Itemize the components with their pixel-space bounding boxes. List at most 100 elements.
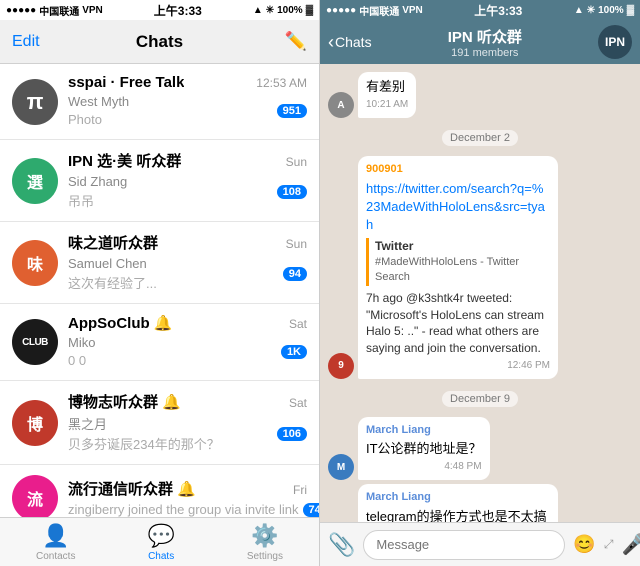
chat-preview-1: Photo — [68, 112, 102, 127]
left-panel: ●●●●● 中国联通 VPN 上午3:33 ▲ ✳ 100% ▓ Edit Ch… — [0, 0, 320, 566]
sender-name-5: March Liang — [366, 423, 482, 438]
msg-link-3[interactable]: https://twitter.com/search?q=%23MadeWith… — [366, 181, 545, 232]
right-carrier-name: 中国联通 — [359, 3, 399, 18]
chat-preview-6: zingiberry joined the group via invite l… — [68, 502, 299, 517]
badge-3: 94 — [283, 267, 307, 281]
tab-bar: 👤 Contacts 💬 Chats ⚙️ Settings — [0, 517, 319, 566]
msg-row-1: A 有差别 10:21 AM — [328, 72, 632, 118]
tab-chats[interactable]: 💬 Chats — [147, 523, 174, 562]
msg-avatar-1: A — [328, 92, 354, 118]
right-nav-info[interactable]: IPN 听众群 191 members — [376, 26, 594, 59]
msg-text-3: 7h ago @k3shtk4r tweeted: "Microsoft's H… — [366, 290, 550, 357]
chat-list: π sspai · Free Talk 12:53 AM West Myth P… — [0, 64, 319, 517]
badge-5: 106 — [277, 427, 307, 441]
chat-info-2: IPN 选·美 听众群 Sun Sid Zhang 吊吊 108 — [68, 150, 307, 211]
chat-info-5: 博物志听众群 🔔 Sat 黑之月 贝多芬诞辰234年的那个？ 106 — [68, 391, 307, 454]
chats-icon: 💬 — [147, 523, 174, 549]
chat-info-1: sspai · Free Talk 12:53 AM West Myth Pho… — [68, 74, 307, 129]
chat-info-4: AppSoClub 🔔 Sat Miko 0 0 1K — [68, 314, 307, 370]
msg-text-5: IT公论群的地址是？ — [366, 441, 482, 456]
bubble-3: 900901 https://twitter.com/search?q=%23M… — [358, 156, 558, 379]
chat-item-4[interactable]: CLUB AppSoClub 🔔 Sat Miko 0 0 1K — [0, 304, 319, 381]
right-status-icons: ▲ ✳ 100% ▓ — [253, 5, 313, 16]
edit-button[interactable]: Edit — [12, 33, 40, 51]
badge-2: 108 — [277, 185, 307, 199]
chat-item-3[interactable]: 味 味之道听众群 Sun Samuel Chen 这次有经验了... 94 — [0, 222, 319, 304]
msg-time-3: 12:46 PM — [366, 359, 550, 373]
tab-settings[interactable]: ⚙️ Settings — [247, 523, 283, 562]
carrier-name: 中国联通 — [39, 3, 79, 18]
tab-settings-label: Settings — [247, 551, 283, 562]
msg-text-6: telegram的操作方式也是不太搞得懂，在聊天列表中删掉了，就等于从群里退出了… — [366, 509, 548, 522]
chats-title: Chats — [136, 32, 183, 52]
chat-preview-2: 吊吊 — [68, 194, 94, 209]
messages-area: A 有差别 10:21 AM December 2 9 900901 https… — [320, 64, 640, 522]
back-chevron-icon: ‹ — [328, 32, 334, 53]
chat-item-2[interactable]: 選 IPN 选·美 听众群 Sun Sid Zhang 吊吊 108 — [0, 140, 319, 222]
right-nav-avatar-text: IPN — [605, 35, 625, 49]
right-status-bar: ●●●●● 中国联通 VPN 上午3:33 ▲ ✳ 100% ▓ — [320, 0, 640, 20]
sender-name-3: 900901 — [366, 162, 550, 177]
link-desc-3: #MadeWithHoloLens - Twitter Search — [375, 255, 550, 286]
avatar-2: 選 — [12, 158, 58, 204]
chat-sender-5: 黑之月 — [68, 417, 107, 432]
badge-4: 1K — [281, 345, 307, 359]
bubble-6: March Liang telegram的操作方式也是不太搞得懂，在聊天列表中删… — [358, 484, 558, 522]
msg-time-5: 4:48 PM — [366, 460, 482, 474]
right-nav: ‹ Chats IPN 听众群 191 members IPN — [320, 20, 640, 64]
msg-time-1: 10:21 AM — [366, 98, 408, 112]
chat-preview-3: 这次有经验了... — [68, 276, 157, 291]
avatar-1: π — [12, 79, 58, 125]
chat-name-1: sspai · Free Talk — [68, 74, 184, 91]
right-nav-title: IPN 听众群 — [448, 26, 522, 47]
msg-avatar-3: 9 — [328, 353, 354, 379]
right-battery: 100% — [598, 5, 624, 16]
left-status-carrier: ●●●●● 中国联通 VPN — [6, 3, 103, 18]
chat-time-1: 12:53 AM — [256, 76, 307, 90]
avatar-5: 博 — [12, 400, 58, 446]
right-status-icons: ▲ ✳ 100% ▓ — [574, 5, 634, 16]
wifi-icon: ▲ — [253, 5, 263, 16]
tab-contacts[interactable]: 👤 Contacts — [36, 523, 75, 562]
msg-row-6: M March Liang telegram的操作方式也是不太搞得懂，在聊天列表… — [328, 484, 632, 522]
chat-time-2: Sun — [286, 155, 307, 169]
new-chat-button[interactable]: ✏️ — [285, 31, 307, 52]
carrier-dots: ●●●●● — [6, 5, 36, 16]
attach-button[interactable]: 📎 — [328, 532, 355, 558]
avatar-6: 流 — [12, 475, 58, 517]
bubble-5: March Liang IT公论群的地址是？ 4:48 PM — [358, 417, 490, 481]
chat-info-6: 流行通信听众群 🔔 Fri zingiberry joined the grou… — [68, 478, 307, 518]
message-input[interactable] — [363, 530, 565, 560]
emoji-button[interactable]: 😊 — [573, 534, 595, 555]
left-status-bar: ●●●●● 中国联通 VPN 上午3:33 ▲ ✳ 100% ▓ — [0, 0, 319, 20]
vpn-label: VPN — [82, 5, 103, 16]
chat-sender-4: Miko — [68, 335, 95, 350]
chat-name-5: 博物志听众群 🔔 — [68, 391, 181, 412]
avatar-4: CLUB — [12, 319, 58, 365]
chat-preview-5: 贝多芬诞辰234年的那个？ — [68, 437, 220, 452]
mic-button[interactable]: 🎤 — [621, 532, 640, 557]
chat-item-6[interactable]: 流 流行通信听众群 🔔 Fri zingiberry joined the gr… — [0, 465, 319, 517]
chat-preview-4: 0 0 — [68, 353, 86, 368]
chat-name-6: 流行通信听众群 🔔 — [68, 478, 196, 499]
chat-item-5[interactable]: 博 博物志听众群 🔔 Sat 黑之月 贝多芬诞辰234年的那个？ 106 — [0, 381, 319, 465]
tab-contacts-label: Contacts — [36, 551, 75, 562]
link-preview-3: Twitter #MadeWithHoloLens - Twitter Sear… — [366, 238, 550, 286]
date-divider-dec9: December 9 — [328, 389, 632, 407]
back-button[interactable]: ‹ Chats — [328, 32, 372, 53]
chat-name-3: 味之道听众群 — [68, 232, 158, 253]
chat-time-5: Sat — [289, 396, 307, 410]
bluetooth-icon: ✳ — [266, 5, 274, 16]
chat-item-1[interactable]: π sspai · Free Talk 12:53 AM West Myth P… — [0, 64, 319, 140]
right-carrier-dots: ●●●●● — [326, 5, 356, 16]
status-time: 上午3:33 — [154, 2, 202, 19]
date-divider-dec2: December 2 — [328, 128, 632, 146]
date-label-dec9: December 9 — [442, 391, 518, 407]
badge-6: 74 — [303, 503, 319, 517]
contacts-icon: 👤 — [42, 523, 69, 549]
chat-sender-1: West Myth — [68, 94, 129, 109]
right-nav-subtitle: 191 members — [451, 47, 518, 59]
right-nav-avatar[interactable]: IPN — [598, 25, 632, 59]
bubble-1: 有差别 10:21 AM — [358, 72, 416, 118]
right-battery-icon: ▓ — [627, 5, 634, 16]
